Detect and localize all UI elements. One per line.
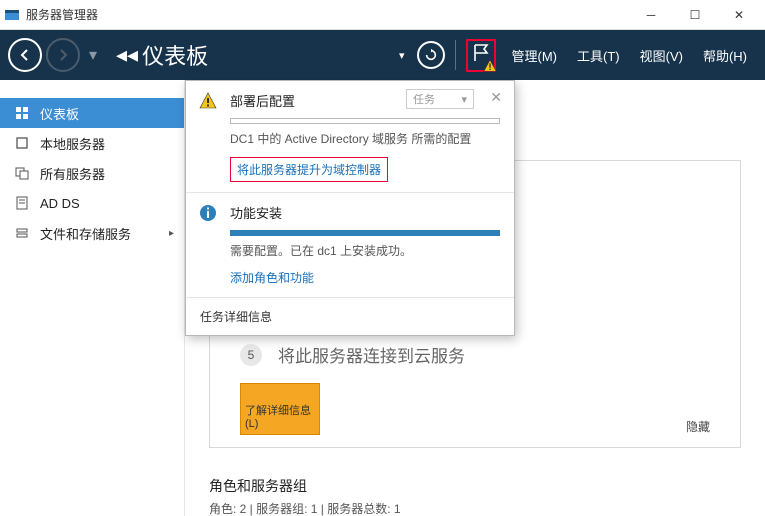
notification-desc: DC1 中的 Active Directory 域服务 所需的配置 [230,130,500,147]
notifications-popup: 任务▾ ✕ 部署后配置 DC1 中的 Active Directory 域服务 … [185,80,515,336]
progress-bar-full [230,230,500,236]
dashboard-icon [14,106,30,120]
roles-section-title: 角色和服务器组 [209,476,741,496]
header-separator [455,40,456,70]
task-details-link[interactable]: 任务详细信息 [186,298,514,335]
sidebar-item-adds[interactable]: AD DS [0,188,184,218]
menu-view[interactable]: 视图(V) [630,46,693,65]
warning-badge-icon [483,59,497,73]
learn-more-tile[interactable]: 了解详细信息(L) [240,383,320,435]
notification-desc: 需要配置。已在 dc1 上安装成功。 [230,242,500,259]
refresh-button[interactable] [411,30,451,80]
sidebar-item-file-storage[interactable]: 文件和存储服务 ▸ [0,218,184,248]
promote-to-dc-link[interactable]: 将此服务器提升为域控制器 [230,157,388,182]
popup-close-button[interactable]: ✕ [490,89,502,106]
app-icon [4,7,20,23]
menu-help[interactable]: 帮助(H) [693,46,757,65]
header-bar: ▾ ◂◂ 仪表板 ▾ 管理(M) 工具(T) 视图(V) 帮助(H) [0,30,765,80]
breadcrumb-title: 仪表板 [142,39,208,71]
menu-tools[interactable]: 工具(T) [567,46,630,65]
sidebar-item-label: 所有服务器 [40,164,105,183]
sidebar-item-label: 仪表板 [40,104,79,123]
sidebar-item-label: 本地服务器 [40,134,105,153]
header-dropdown-button[interactable]: ▾ [393,30,411,80]
hide-link[interactable]: 隐藏 [686,418,710,435]
roles-section: 角色和服务器组 角色: 2 | 服务器组: 1 | 服务器总数: 1 [209,476,741,516]
learn-more-label: 了解详细信息(L) [245,402,315,430]
warning-icon [198,91,218,111]
sidebar-item-label: 文件和存储服务 [40,224,131,243]
sidebar: 仪表板 本地服务器 所有服务器 AD DS 文件和存储服务 ▸ [0,80,185,516]
info-icon [198,203,218,223]
window-title: 服务器管理器 [26,6,629,23]
adds-icon [14,196,30,210]
nav-forward-button[interactable] [46,38,80,72]
servers-icon [14,166,30,180]
nav-back-button[interactable] [8,38,42,72]
progress-bar-empty [230,118,500,124]
sidebar-item-dashboard[interactable]: 仪表板 [0,98,184,128]
step-5-number: 5 [240,344,262,366]
nav-history-dropdown[interactable]: ▾ [84,45,102,65]
notifications-button[interactable] [460,30,502,80]
notification-item-deploy: 任务▾ ✕ 部署后配置 DC1 中的 Active Directory 域服务 … [186,81,514,193]
title-bar: 服务器管理器 ─ ☐ ✕ [0,0,765,30]
notification-item-install: 功能安装 需要配置。已在 dc1 上安装成功。 添加角色和功能 [186,193,514,298]
maximize-button[interactable]: ☐ [673,1,717,29]
sidebar-item-all-servers[interactable]: 所有服务器 [0,158,184,188]
menu-manage[interactable]: 管理(M) [502,46,568,65]
add-roles-features-link[interactable]: 添加角色和功能 [230,269,314,286]
chevron-right-icon: ▸ [169,228,174,239]
minimize-button[interactable]: ─ [629,1,673,29]
sidebar-item-label: AD DS [40,196,80,211]
sidebar-item-local-server[interactable]: 本地服务器 [0,128,184,158]
storage-icon [14,226,30,240]
notification-title: 功能安装 [230,203,500,222]
server-icon [14,136,30,150]
breadcrumb-chevron-icon: ◂◂ [116,42,138,68]
roles-section-subtitle: 角色: 2 | 服务器组: 1 | 服务器总数: 1 [209,500,741,516]
link-cloud-connect[interactable]: 将此服务器连接到云服务 [278,342,465,367]
tasks-dropdown[interactable]: 任务▾ [406,89,474,109]
close-button[interactable]: ✕ [717,1,761,29]
